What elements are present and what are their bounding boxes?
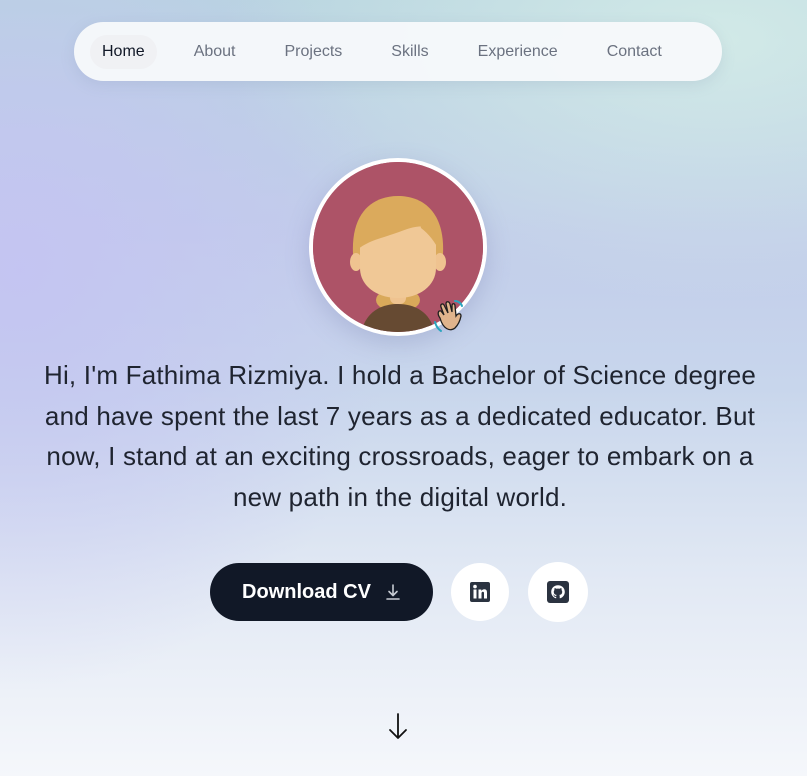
download-cv-label: Download CV <box>242 580 371 603</box>
nav-item-home[interactable]: Home <box>90 34 157 69</box>
github-button[interactable] <box>528 562 588 622</box>
linkedin-button[interactable] <box>451 563 509 621</box>
profile-avatar-container <box>309 158 487 336</box>
hero-actions: Download CV <box>210 562 588 622</box>
nav-item-skills[interactable]: Skills <box>379 35 440 69</box>
main-nav: Home About Projects Skills Experience Co… <box>74 22 722 81</box>
scroll-down-button[interactable] <box>387 712 409 742</box>
nav-item-projects[interactable]: Projects <box>273 35 355 69</box>
waving-hand-icon <box>434 300 463 332</box>
bio-text: Hi, I'm Fathima Rizmiya. I hold a Bachel… <box>43 360 757 512</box>
nav-item-about[interactable]: About <box>182 35 248 69</box>
github-icon <box>547 581 569 603</box>
nav-item-experience[interactable]: Experience <box>466 35 570 69</box>
linkedin-icon <box>470 582 490 602</box>
arrow-down-icon <box>389 713 407 739</box>
download-icon <box>386 584 400 600</box>
download-cv-button[interactable]: Download CV <box>210 563 433 621</box>
nav-item-contact[interactable]: Contact <box>595 35 674 69</box>
